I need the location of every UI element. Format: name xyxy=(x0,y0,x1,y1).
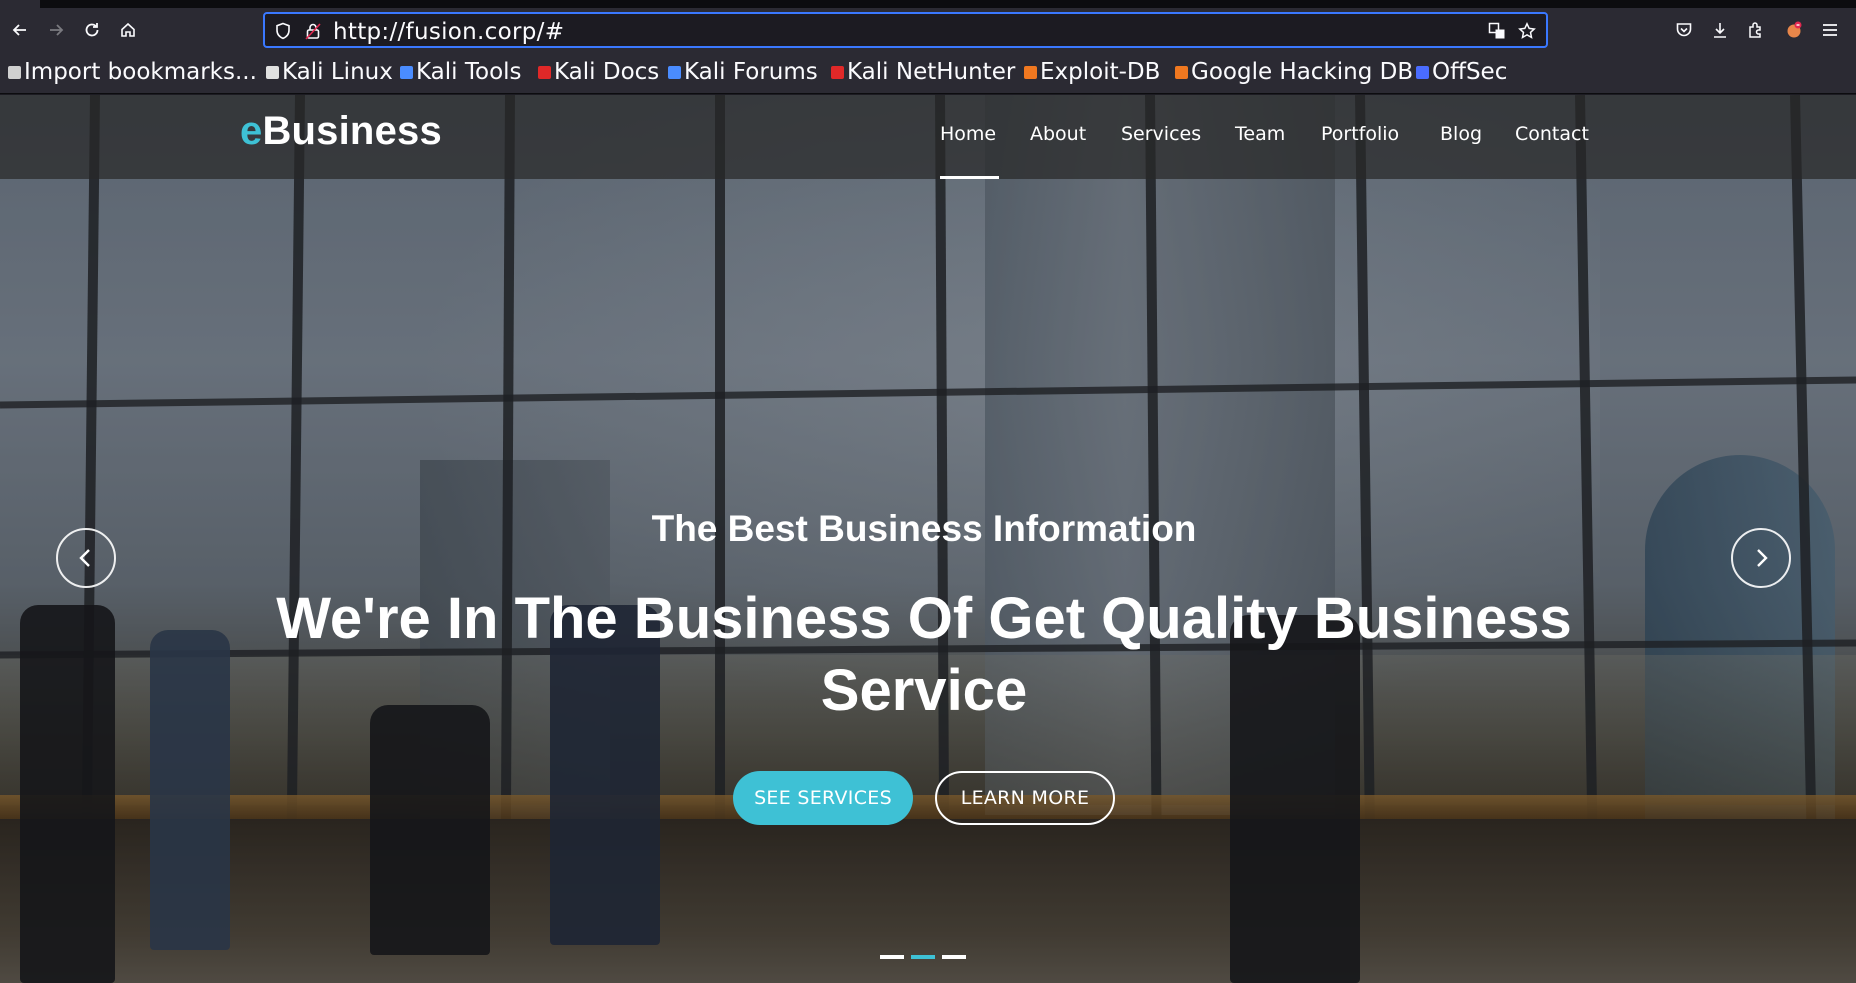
tracking-protection-shield-icon[interactable] xyxy=(275,22,291,40)
bookmark-label: Google Hacking DB xyxy=(1191,59,1414,85)
fox-avatar-icon xyxy=(1787,21,1802,38)
carousel-indicator-2[interactable] xyxy=(911,955,935,959)
import-icon xyxy=(8,65,21,79)
pocket-icon xyxy=(1676,23,1692,37)
kali-tools-icon xyxy=(400,65,413,79)
kali-dragon-icon xyxy=(266,65,279,79)
address-bar[interactable]: http://fusion.corp/# xyxy=(263,12,1548,48)
bookmark-label: Exploit-DB xyxy=(1040,59,1161,85)
exploit-db-icon xyxy=(1024,65,1037,79)
forward-arrow-icon xyxy=(50,24,64,36)
back-arrow-icon xyxy=(12,24,26,36)
chevron-left-icon xyxy=(79,549,90,567)
bookmark-label: Kali Tools xyxy=(416,59,522,85)
hero-headline: We're In The Business Of Get Quality Bus… xyxy=(276,586,1572,723)
reload-button[interactable] xyxy=(80,18,104,42)
bookmark-label: Import bookmarks... xyxy=(24,59,257,85)
bookmark-label: Kali Forums xyxy=(684,59,818,85)
bookmarks-toolbar: Import bookmarks... Kali Linux Kali Tool… xyxy=(0,52,1856,94)
site-header: eBusiness Home About Services Team Portf… xyxy=(0,95,1856,179)
google-hacking-db-icon xyxy=(1175,65,1188,79)
web-page: eBusiness Home About Services Team Portf… xyxy=(0,95,1856,983)
active-tab[interactable] xyxy=(0,0,40,8)
downloads-button[interactable] xyxy=(1708,18,1732,42)
carousel-indicator-3[interactable] xyxy=(942,955,966,959)
bookmark-offsec[interactable]: OffSec xyxy=(1416,58,1507,86)
nav-team[interactable]: Team xyxy=(1235,123,1285,153)
learn-more-button[interactable]: LEARN MORE xyxy=(935,771,1115,825)
tab-strip xyxy=(0,0,1856,8)
hamburger-menu-icon xyxy=(1823,24,1837,36)
nav-blog[interactable]: Blog xyxy=(1440,123,1482,153)
nav-services[interactable]: Services xyxy=(1121,123,1201,153)
bookmark-label: Kali Linux xyxy=(282,59,393,85)
back-button[interactable] xyxy=(8,18,32,42)
logo-text: Business xyxy=(262,109,442,153)
bookmark-import[interactable]: Import bookmarks... xyxy=(8,58,257,86)
nav-contact[interactable]: Contact xyxy=(1515,123,1589,153)
translate-icon[interactable] xyxy=(1488,22,1506,40)
bookmark-kali-tools[interactable]: Kali Tools xyxy=(400,58,522,86)
kali-docs-icon xyxy=(538,65,551,79)
nav-portfolio[interactable]: Portfolio xyxy=(1321,123,1399,153)
bookmark-kali-linux[interactable]: Kali Linux xyxy=(266,58,393,86)
kali-forums-icon xyxy=(668,65,681,79)
bookmark-exploit-db[interactable]: Exploit-DB xyxy=(1024,58,1160,86)
menu-button[interactable] xyxy=(1818,18,1842,42)
nav-about[interactable]: About xyxy=(1030,123,1086,153)
download-icon xyxy=(1714,23,1726,38)
site-logo[interactable]: eBusiness xyxy=(240,109,442,154)
bookmark-label: OffSec xyxy=(1432,59,1508,85)
active-nav-indicator xyxy=(940,176,999,179)
nav-home[interactable]: Home xyxy=(940,123,996,153)
extensions-button[interactable] xyxy=(1744,18,1768,42)
url-text[interactable]: http://fusion.corp/# xyxy=(333,19,564,45)
profile-extension-button[interactable] xyxy=(1782,18,1806,42)
home-button[interactable] xyxy=(116,18,140,42)
carousel-indicator-1[interactable] xyxy=(880,955,904,959)
hero-subtitle: The Best Business Information xyxy=(651,508,1197,549)
chevron-right-icon xyxy=(1757,549,1768,567)
bookmark-kali-nethunter[interactable]: Kali NetHunter xyxy=(831,58,1015,86)
bookmark-star-icon[interactable] xyxy=(1518,22,1536,40)
forward-button[interactable] xyxy=(44,18,68,42)
puzzle-piece-icon xyxy=(1749,22,1761,38)
bookmark-google-hacking-db[interactable]: Google Hacking DB xyxy=(1175,58,1413,86)
home-icon xyxy=(121,22,135,37)
insecure-lock-icon[interactable] xyxy=(305,22,321,40)
logo-prefix: e xyxy=(240,109,263,153)
offsec-icon xyxy=(1416,65,1429,79)
bookmark-kali-forums[interactable]: Kali Forums xyxy=(668,58,818,86)
carousel-indicators xyxy=(880,955,966,961)
bookmark-label: Kali NetHunter xyxy=(847,59,1016,85)
pocket-button[interactable] xyxy=(1672,18,1696,42)
browser-toolbar: http://fusion.corp/# xyxy=(0,8,1856,52)
see-services-button[interactable]: SEE SERVICES xyxy=(733,771,913,825)
bookmark-label: Kali Docs xyxy=(554,59,660,85)
kali-nethunter-icon xyxy=(831,65,844,79)
bookmark-kali-docs[interactable]: Kali Docs xyxy=(538,58,659,86)
reload-icon xyxy=(85,23,99,37)
